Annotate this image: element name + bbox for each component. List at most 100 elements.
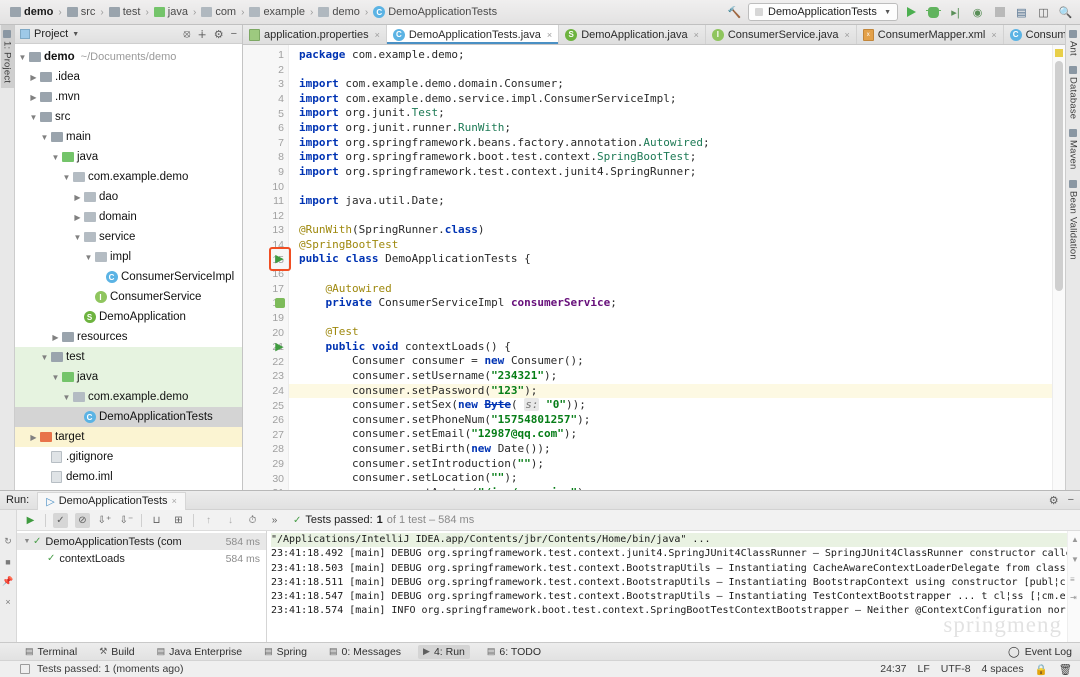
test-row[interactable]: ▼✓DemoApplicationTests (com584 ms (17, 533, 266, 550)
run-test-class-icon[interactable]: ▶ (273, 252, 286, 265)
chevron-down-icon[interactable]: ▼ (61, 173, 72, 182)
close-icon[interactable]: × (694, 30, 699, 40)
collapse-icon[interactable]: ⦻ (183, 28, 190, 41)
breadcrumb-item-demo[interactable]: demo (314, 6, 364, 18)
settings-icon[interactable]: ⚙ (214, 28, 224, 41)
sort-duration-icon[interactable]: ⇩⁻ (119, 513, 134, 528)
debug-icon[interactable] (925, 4, 942, 21)
chevron-down-icon[interactable]: ▼ (50, 153, 61, 162)
test-row[interactable]: ✓contextLoads584 ms (17, 550, 266, 567)
tree-node-dao[interactable]: ▶dao (15, 187, 242, 207)
tree-node-src[interactable]: ▼src (15, 107, 242, 127)
close-icon[interactable]: × (3, 596, 14, 607)
layout-icon[interactable]: ◫ (1035, 4, 1052, 21)
run-configuration-selector[interactable]: DemoApplicationTests ▼ (748, 3, 898, 21)
tool-window-button-build[interactable]: ⚒Build (94, 645, 139, 659)
chevron-down-icon[interactable]: ▼ (83, 253, 94, 262)
close-icon[interactable]: × (991, 30, 996, 40)
chevron-down-icon[interactable]: ▼ (72, 31, 79, 38)
tool-tab-ant[interactable]: Ant (1067, 25, 1080, 61)
tree-node-consumerservice[interactable]: IConsumerService (15, 287, 242, 307)
hide-ignored-icon[interactable]: ⊘ (75, 513, 90, 528)
editor-tab-consumerservice-java[interactable]: IConsumerService.java× (706, 25, 857, 44)
spring-bean-icon[interactable] (273, 296, 286, 309)
hide-icon[interactable]: − (231, 28, 237, 41)
tree-node-com-example-demo[interactable]: ▼com.example.demo (15, 167, 242, 187)
tree-node-demo-iml[interactable]: demo.iml (15, 467, 242, 487)
console-scrollbar[interactable]: ▲ ▼ ≡ ⇥ (1067, 531, 1080, 642)
tool-window-button-spring[interactable]: ▤Spring (259, 645, 312, 659)
tool-window-button-terminal[interactable]: ▤Terminal (20, 645, 82, 659)
collapse-all-icon[interactable]: ⊞ (171, 513, 186, 528)
history-icon[interactable]: ⏱ (245, 513, 260, 528)
breadcrumb-item-demo[interactable]: demo (6, 6, 57, 18)
tool-tab-project[interactable]: 1: Project (1, 25, 14, 88)
rerun-icon[interactable]: ▶ (23, 513, 38, 528)
tool-window-button-4--run[interactable]: ▶4: Run (418, 645, 470, 659)
scroll-up-icon[interactable]: ▲ (1071, 535, 1079, 544)
tree-node-demo[interactable]: ▼demo~/Documents/demo (15, 47, 242, 67)
tree-node-consumerserviceimpl[interactable]: CConsumerServiceImpl (15, 267, 242, 287)
tree-node-resources[interactable]: ▶resources (15, 327, 242, 347)
tree-node-service[interactable]: ▼service (15, 227, 242, 247)
event-log-label[interactable]: Event Log (1025, 646, 1072, 658)
close-icon[interactable]: × (375, 30, 380, 40)
run-with-coverage-icon[interactable]: ▸| (947, 4, 964, 21)
tool-tab-beanvalidation[interactable]: Bean Validation (1067, 175, 1080, 265)
sort-alpha-icon[interactable]: ⇩⁺ (97, 513, 112, 528)
chevron-right-icon[interactable]: ▶ (72, 193, 83, 202)
tool-window-button-0--messages[interactable]: ▤0: Messages (324, 645, 406, 659)
test-results-tree[interactable]: ▼✓DemoApplicationTests (com584 ms✓contex… (17, 531, 267, 642)
tree-node--gitignore[interactable]: .gitignore (15, 447, 242, 467)
rerun-icon[interactable]: ↻ (3, 536, 14, 547)
expand-icon[interactable]: ∔ (197, 28, 206, 41)
tree-node-domain[interactable]: ▶domain (15, 207, 242, 227)
hide-icon[interactable]: − (1068, 494, 1074, 507)
show-passed-icon[interactable]: ✓ (53, 513, 68, 528)
hammer-icon[interactable]: 🔨 (726, 4, 743, 21)
chevron-down-icon[interactable]: ▼ (50, 373, 61, 382)
tree-node-target[interactable]: ▶target (15, 427, 242, 447)
expand-all-icon[interactable]: ⊔ (149, 513, 164, 528)
tool-window-button-java-enterprise[interactable]: ▤Java Enterprise (152, 645, 247, 659)
stop-icon[interactable] (991, 4, 1008, 21)
tree-node-test[interactable]: ▼test (15, 347, 242, 367)
caret-position[interactable]: 24:37 (880, 663, 906, 675)
chevron-right-icon[interactable]: ▶ (28, 433, 39, 442)
tool-window-button-6--todo[interactable]: ▤6: TODO (482, 645, 546, 659)
breadcrumb-item-com[interactable]: com (197, 6, 240, 18)
trash-icon[interactable]: 🗑 (1059, 663, 1072, 676)
close-icon[interactable]: × (547, 30, 552, 40)
stop-icon[interactable]: ■ (3, 556, 14, 567)
tree-node-main[interactable]: ▼main (15, 127, 242, 147)
more-icon[interactable]: » (267, 513, 282, 528)
soft-wrap-icon[interactable]: ≡ (1070, 575, 1075, 584)
chevron-right-icon[interactable]: ▶ (28, 73, 39, 82)
scroll-down-icon[interactable]: ▼ (1071, 555, 1079, 564)
chevron-down-icon[interactable]: ▼ (61, 393, 72, 402)
chevron-down-icon[interactable]: ▼ (72, 233, 83, 242)
editor-tab-demoapplication-java[interactable]: SDemoApplication.java× (559, 25, 706, 44)
tree-node-com-example-demo[interactable]: ▼com.example.demo (15, 387, 242, 407)
console-output[interactable]: "/Applications/IntelliJ IDEA.app/Content… (267, 531, 1080, 642)
line-separator[interactable]: LF (918, 663, 930, 675)
file-encoding[interactable]: UTF-8 (941, 663, 971, 675)
chevron-down-icon[interactable]: ▼ (39, 133, 50, 142)
chevron-down-icon[interactable]: ▼ (39, 353, 50, 362)
editor-tab-application-properties[interactable]: application.properties× (243, 25, 387, 44)
chevron-down-icon[interactable]: ▼ (21, 538, 33, 545)
tree-node-demoapplication[interactable]: SDemoApplication (15, 307, 242, 327)
breadcrumb-item-example[interactable]: example (245, 6, 309, 18)
breadcrumb-item-java[interactable]: java (150, 6, 192, 18)
editor-tab-demoapplicationtests-java[interactable]: CDemoApplicationTests.java× (387, 25, 559, 44)
vcs-icon[interactable]: ▤ (1013, 4, 1030, 21)
tree-node--idea[interactable]: ▶.idea (15, 67, 242, 87)
pin-icon[interactable]: 📌 (3, 576, 14, 587)
breadcrumb-item-test[interactable]: test (105, 6, 145, 18)
run-tab-DemoApplicationTests[interactable]: ▷ DemoApplicationTests × (37, 492, 186, 510)
chevron-down-icon[interactable]: ▼ (28, 113, 39, 122)
next-failed-icon[interactable]: ↓ (223, 513, 238, 528)
search-everywhere-icon[interactable]: 🔍 (1057, 4, 1074, 21)
close-icon[interactable]: × (845, 30, 850, 40)
tree-node-impl[interactable]: ▼impl (15, 247, 242, 267)
